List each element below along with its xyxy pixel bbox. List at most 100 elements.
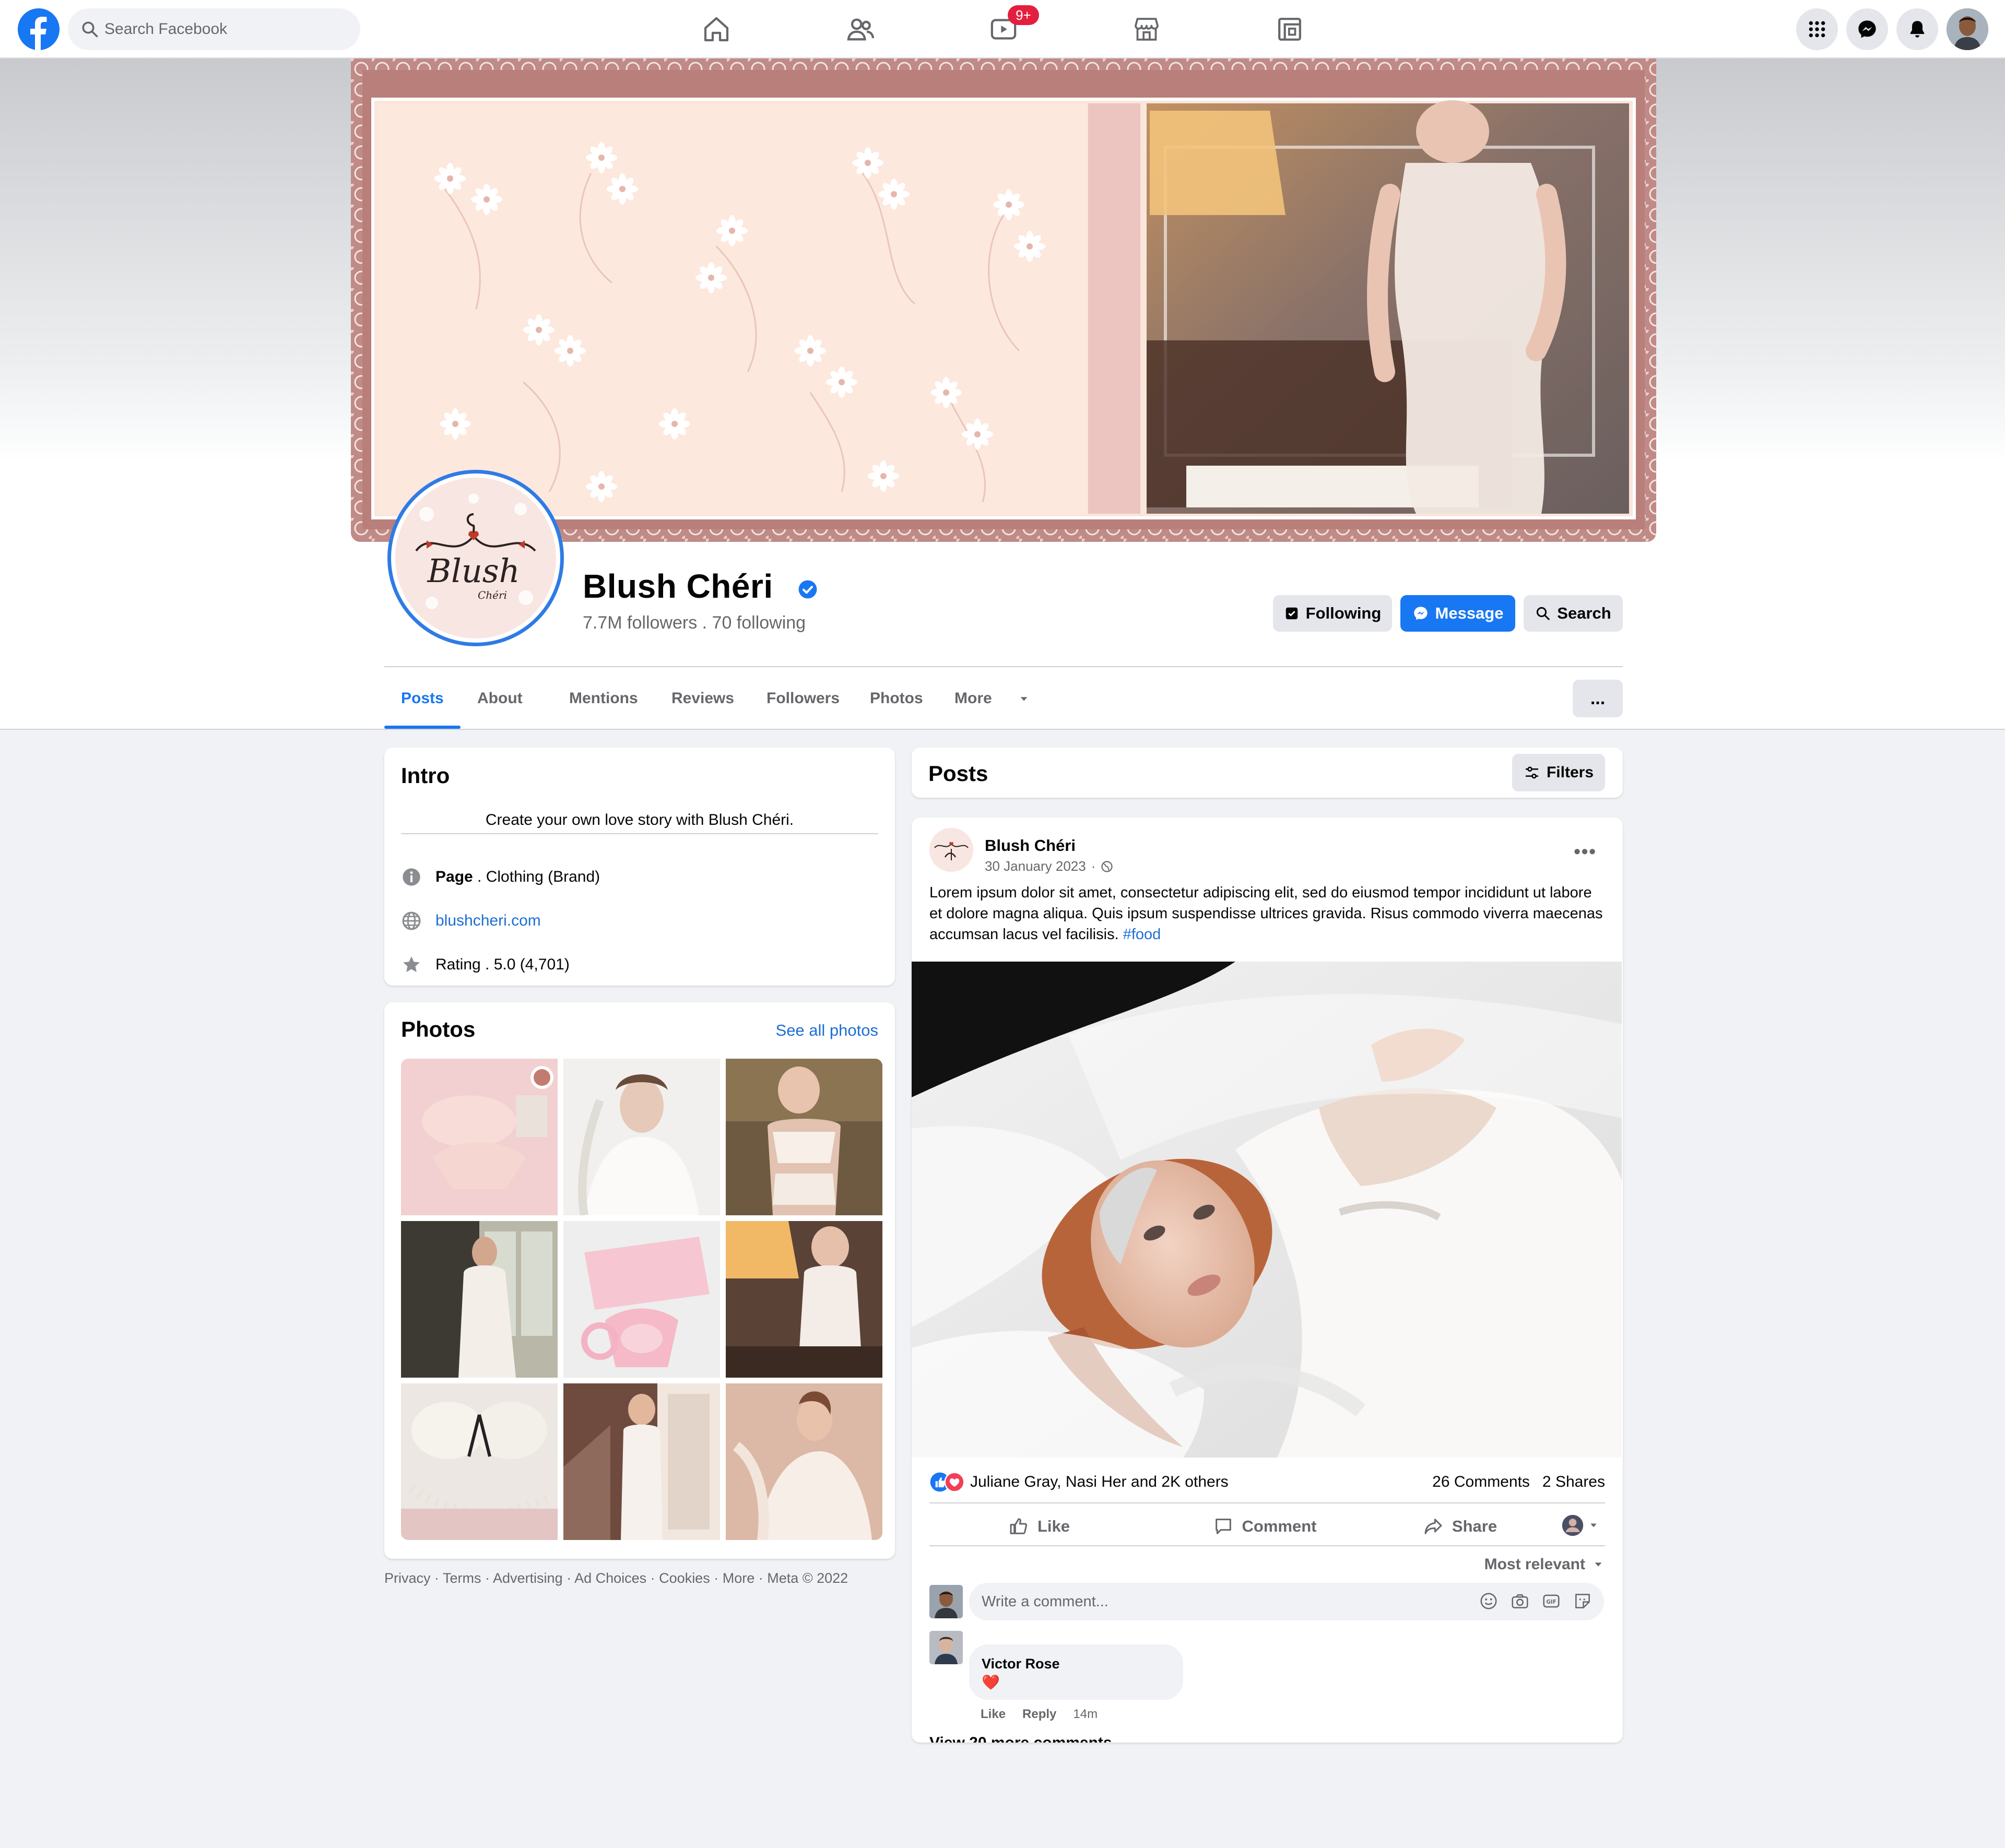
photo-thumbnail[interactable] (726, 1221, 882, 1378)
intro-card: Intro Create your own love story with Bl… (384, 748, 895, 986)
photo-thumbnail[interactable] (726, 1383, 882, 1540)
follower-stats: 7.7M followers . 70 following (583, 613, 806, 633)
intro-website-row: blushcheri.com (401, 909, 541, 932)
photo-thumbnail[interactable] (726, 1059, 882, 1215)
love-reaction-icon (944, 1472, 965, 1492)
search-box[interactable] (68, 8, 360, 50)
facebook-logo-icon[interactable] (18, 8, 60, 50)
star-icon (401, 954, 422, 975)
post-author-avatar[interactable] (929, 828, 973, 872)
globe-icon (401, 910, 422, 931)
camera-icon[interactable] (1510, 1591, 1530, 1611)
share-button[interactable]: Share (1366, 1507, 1554, 1546)
thumbs-up-icon (1010, 1518, 1028, 1534)
logo-sub-text: Chéri (478, 589, 507, 601)
comment-author-avatar[interactable] (929, 1631, 963, 1664)
comment-bubble: Victor Rose ❤️ (969, 1644, 1183, 1700)
comment-button-label: Comment (1242, 1517, 1317, 1535)
public-globe-icon (1101, 860, 1113, 872)
comment-button[interactable]: Comment (1155, 1507, 1374, 1546)
tab-more[interactable]: More (938, 668, 1029, 729)
tab-posts[interactable]: Posts (384, 668, 461, 729)
shares-count[interactable]: 2 Shares (1542, 1473, 1605, 1491)
comment-like-link[interactable]: Like (981, 1707, 1006, 1722)
view-more-comments-link[interactable]: View 20 more comments (929, 1734, 1112, 1743)
marketplace-icon[interactable] (1129, 11, 1164, 47)
post-as-selector[interactable] (1561, 1514, 1599, 1537)
tab-photos[interactable]: Photos (853, 668, 940, 729)
photo-thumbnail[interactable] (401, 1059, 558, 1215)
notifications-icon[interactable] (1896, 8, 1938, 50)
search-icon (1537, 607, 1550, 620)
chevron-down-icon (1595, 1562, 1602, 1567)
comment-sort-dropdown[interactable]: Most relevant (1484, 1556, 1604, 1573)
groups-icon[interactable] (1272, 11, 1307, 47)
comment-icon (1215, 1519, 1231, 1534)
friends-icon[interactable] (843, 11, 878, 47)
photo-thumbnail[interactable] (401, 1383, 558, 1540)
photos-card: Photos See all photos (384, 1002, 895, 1559)
footer-links[interactable]: Privacy · Terms · Advertising · Ad Choic… (384, 1570, 848, 1586)
comment-composer[interactable]: GIF (969, 1583, 1604, 1620)
engagement-counts: 26 Comments 2 Shares (1432, 1469, 1605, 1495)
post-card: Blush Chéri 30 January 2023 · ••• Lorem … (912, 818, 1623, 1743)
commenter-avatar[interactable] (929, 1585, 963, 1618)
menu-grid-icon[interactable] (1796, 8, 1838, 50)
comment-sort-label: Most relevant (1484, 1556, 1585, 1573)
profile-picture[interactable]: Blush Chéri (387, 470, 564, 646)
comment-timestamp[interactable]: 14m (1073, 1707, 1098, 1722)
comment-reply-link[interactable]: Reply (1022, 1707, 1056, 1722)
following-button[interactable]: Following (1273, 595, 1392, 632)
see-all-photos-link[interactable]: See all photos (776, 1021, 878, 1040)
more-options-button[interactable]: ... (1573, 680, 1623, 717)
intro-tagline: Create your own love story with Blush Ch… (485, 811, 794, 828)
profile-avatar-icon (1562, 1514, 1584, 1536)
page-search-button[interactable]: Search (1524, 595, 1623, 632)
comments-count[interactable]: 26 Comments (1432, 1473, 1530, 1491)
messenger-icon (1413, 607, 1428, 620)
comment-input[interactable] (982, 1583, 1452, 1620)
post-date-text[interactable]: 30 January 2023 (985, 858, 1086, 874)
tab-mentions[interactable]: Mentions (552, 668, 655, 729)
account-avatar[interactable] (1947, 8, 1988, 50)
top-navigation-bar: 9+ (0, 0, 2005, 58)
reactions-summary[interactable]: Juliane Gray, Nasi Her and 2K others (929, 1469, 1229, 1495)
tab-about[interactable]: About (461, 668, 539, 729)
tab-followers[interactable]: Followers (750, 668, 856, 729)
emoji-icon[interactable] (1479, 1591, 1499, 1611)
filters-button[interactable]: Filters (1512, 754, 1605, 791)
tab-reviews[interactable]: Reviews (655, 668, 751, 729)
message-button[interactable]: Message (1400, 595, 1515, 632)
header-bottom-divider (0, 729, 2005, 730)
photo-thumbnail[interactable] (563, 1383, 720, 1540)
post-author-name[interactable]: Blush Chéri (985, 836, 1076, 855)
photo-thumbnail[interactable] (401, 1221, 558, 1378)
photo-thumbnail[interactable] (563, 1221, 720, 1378)
chevron-down-icon (1590, 1523, 1597, 1527)
messenger-icon[interactable] (1846, 8, 1888, 50)
post-options-icon[interactable]: ••• (1574, 840, 1597, 862)
posts-title: Posts (928, 761, 988, 786)
share-button-label: Share (1452, 1517, 1497, 1535)
cover-photo[interactable] (351, 58, 1656, 542)
like-button[interactable]: Like (929, 1507, 1149, 1546)
sticker-icon[interactable] (1573, 1591, 1593, 1611)
post-body-text: Lorem ipsum dolor sit amet, consectetur … (929, 884, 1603, 943)
comment-author-name[interactable]: Victor Rose (982, 1656, 1060, 1672)
reactions-text: Juliane Gray, Nasi Her and 2K others (970, 1473, 1229, 1490)
intro-divider (401, 833, 878, 834)
following-check-icon (1285, 607, 1298, 620)
search-input[interactable] (104, 8, 350, 50)
gif-icon[interactable]: GIF (1541, 1591, 1561, 1611)
post-photo[interactable] (912, 962, 1622, 1458)
post-hashtag-link[interactable]: #food (1123, 926, 1161, 943)
info-icon (401, 867, 422, 887)
svg-text:GIF: GIF (1546, 1599, 1556, 1605)
website-link[interactable]: blushcheri.com (435, 912, 541, 930)
home-icon[interactable] (699, 11, 734, 47)
posts-header-card: Posts Filters (912, 748, 1623, 798)
watch-notification-badge: 9+ (1008, 5, 1039, 25)
search-icon (82, 21, 98, 38)
photo-thumbnail[interactable] (563, 1059, 720, 1215)
message-button-label: Message (1435, 604, 1504, 622)
